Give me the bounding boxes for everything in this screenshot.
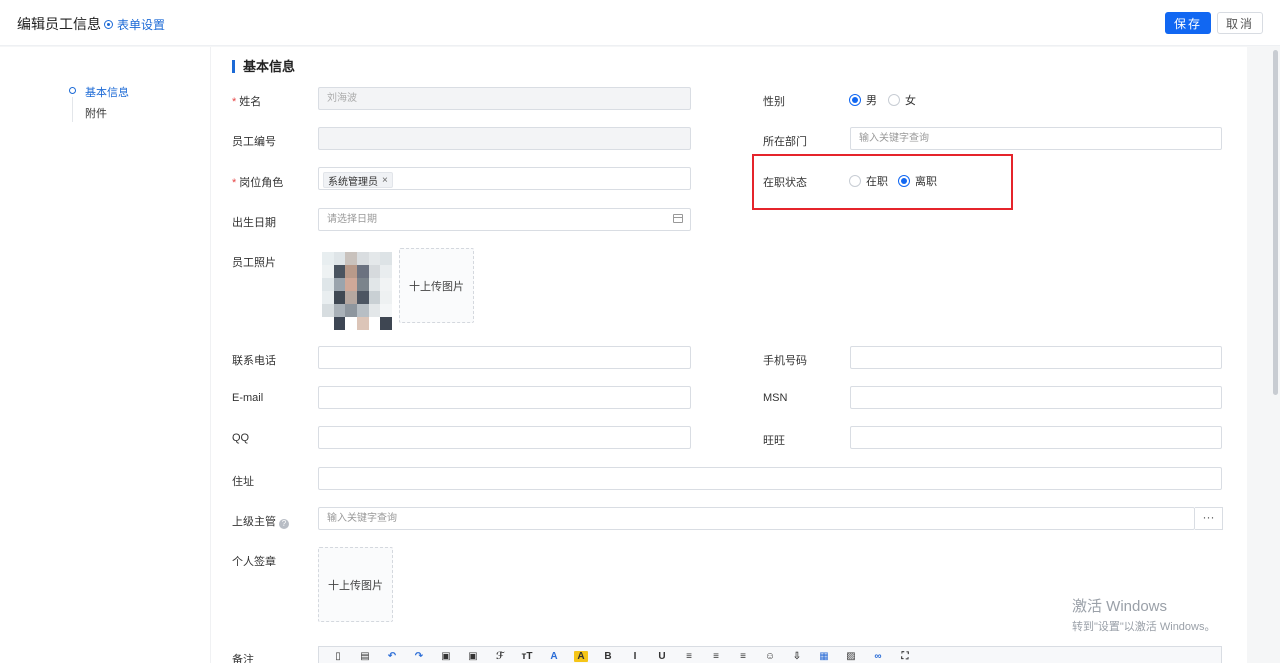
nav-line xyxy=(72,97,73,122)
gear-icon xyxy=(104,20,113,29)
windows-activation-watermark: 激活 Windows 转到"设置"以激活 Windows。 xyxy=(1072,595,1216,634)
role-tag-label: 系统管理员 xyxy=(328,176,378,188)
radio-unchecked-icon xyxy=(888,94,900,106)
mobile-label: 手机号码 xyxy=(763,355,807,367)
supervisor-label: 上级主管? xyxy=(232,513,289,529)
employee-no-field[interactable] xyxy=(318,127,691,150)
supervisor-input[interactable]: 输入关键字查询 xyxy=(318,507,1195,530)
mobile-input[interactable] xyxy=(850,346,1222,369)
image-icon[interactable]: ▨ xyxy=(844,651,858,662)
gender-female-radio[interactable]: 女 xyxy=(888,92,916,108)
form-settings-link[interactable]: 表单设置 xyxy=(104,16,165,33)
nav-item-basic-info[interactable]: 基本信息 xyxy=(85,84,129,100)
photo-upload-button[interactable]: 十上传图片 xyxy=(399,248,474,323)
phone-label: 联系电话 xyxy=(232,355,276,367)
role-tag: 系统管理员 × xyxy=(323,172,393,188)
paste-icon[interactable]: ▣ xyxy=(439,651,453,662)
status-label: 在职状态 xyxy=(763,177,807,189)
remark-label: 备注 xyxy=(232,654,254,663)
wangwang-input[interactable] xyxy=(850,426,1222,449)
top-bar: 编辑员工信息 表单设置 保存 取消 xyxy=(0,0,1280,46)
role-label: * 岗位角色 xyxy=(232,177,284,189)
source-icon[interactable]: ▯ xyxy=(331,651,345,662)
gender-male-radio[interactable]: 男 xyxy=(849,92,877,108)
photo-label: 员工照片 xyxy=(232,257,276,269)
more-icon[interactable]: ··· xyxy=(1195,507,1223,530)
italic-icon[interactable]: I xyxy=(628,651,642,662)
qq-label: QQ xyxy=(232,432,250,444)
paste-text-icon[interactable]: ▣ xyxy=(466,651,480,662)
redo-icon[interactable]: ↷ xyxy=(412,651,426,662)
birth-label: 出生日期 xyxy=(232,217,276,229)
radio-unchecked-icon xyxy=(849,175,861,187)
department-label: 所在部门 xyxy=(763,136,807,148)
cancel-button[interactable]: 取消 xyxy=(1217,12,1263,34)
fullscreen-icon[interactable]: ⛶ xyxy=(898,651,912,662)
table-icon[interactable]: ▦ xyxy=(817,651,831,662)
required-mark: * xyxy=(232,177,237,189)
birth-date-picker[interactable]: 请选择日期 xyxy=(318,208,691,231)
department-input[interactable]: 输入关键字查询 xyxy=(850,127,1222,150)
bold-icon[interactable]: B xyxy=(601,651,615,662)
font-size-icon[interactable]: ᴛT xyxy=(520,651,534,662)
radio-checked-icon xyxy=(898,175,910,187)
nav-active-dot-icon xyxy=(69,87,76,94)
gender-label: 性别 xyxy=(763,96,785,108)
page-icon[interactable]: ▤ xyxy=(358,651,372,662)
font-color-icon[interactable]: A xyxy=(547,651,561,662)
status-active-radio[interactable]: 在职 xyxy=(849,173,888,189)
name-field[interactable]: 刘海波 xyxy=(318,87,691,110)
required-mark: * xyxy=(232,96,237,108)
email-input[interactable] xyxy=(318,386,691,409)
align-center-icon[interactable]: ≡ xyxy=(709,651,723,662)
close-icon[interactable]: × xyxy=(382,175,388,186)
help-icon[interactable]: ? xyxy=(279,519,289,529)
underline-icon[interactable]: U xyxy=(655,651,669,662)
watermark-line2: 转到"设置"以激活 Windows。 xyxy=(1072,621,1216,633)
msn-label: MSN xyxy=(763,392,788,404)
font-family-icon[interactable]: ℱ xyxy=(493,651,507,662)
section-nav xyxy=(0,47,210,663)
align-right-icon[interactable]: ≡ xyxy=(736,651,750,662)
address-label: 住址 xyxy=(232,476,254,488)
insert-icon[interactable]: ⇩ xyxy=(790,651,804,662)
undo-icon[interactable]: ↶ xyxy=(385,651,399,662)
qq-input[interactable] xyxy=(318,426,691,449)
email-label: E-mail xyxy=(232,392,264,404)
section-title: 基本信息 xyxy=(232,60,295,73)
radio-checked-icon xyxy=(849,94,861,106)
employee-photo-thumbnail[interactable] xyxy=(322,252,392,330)
link-icon[interactable]: ∞ xyxy=(871,651,885,662)
employee-no-label: 员工编号 xyxy=(232,136,276,148)
status-resigned-radio[interactable]: 离职 xyxy=(898,173,937,189)
signature-label: 个人签章 xyxy=(232,556,276,568)
wangwang-label: 旺旺 xyxy=(763,435,785,447)
address-input[interactable] xyxy=(318,467,1222,490)
msn-input[interactable] xyxy=(850,386,1222,409)
nav-item-attachments[interactable]: 附件 xyxy=(85,105,107,121)
scrollbar-thumb[interactable] xyxy=(1273,50,1278,395)
form-settings-label: 表单设置 xyxy=(117,18,166,32)
watermark-line1: 激活 Windows xyxy=(1072,598,1168,615)
align-left-icon[interactable]: ≡ xyxy=(682,651,696,662)
signature-upload-button[interactable]: 十上传图片 xyxy=(318,547,393,622)
phone-input[interactable] xyxy=(318,346,691,369)
name-label: * 姓名 xyxy=(232,96,262,108)
calendar-icon[interactable] xyxy=(673,214,683,223)
rich-text-toolbar: ▯ ▤ ↶ ↷ ▣ ▣ ℱᴛT A A B I U ≡ ≡ ≡ ☺ ⇩ ▦ ▨ ∞ ⛶ xyxy=(318,646,1222,663)
page-title: 编辑员工信息 xyxy=(17,16,101,32)
save-button[interactable]: 保存 xyxy=(1165,12,1211,34)
emoji-icon[interactable]: ☺ xyxy=(763,651,777,662)
highlight-icon[interactable]: A xyxy=(574,651,588,662)
